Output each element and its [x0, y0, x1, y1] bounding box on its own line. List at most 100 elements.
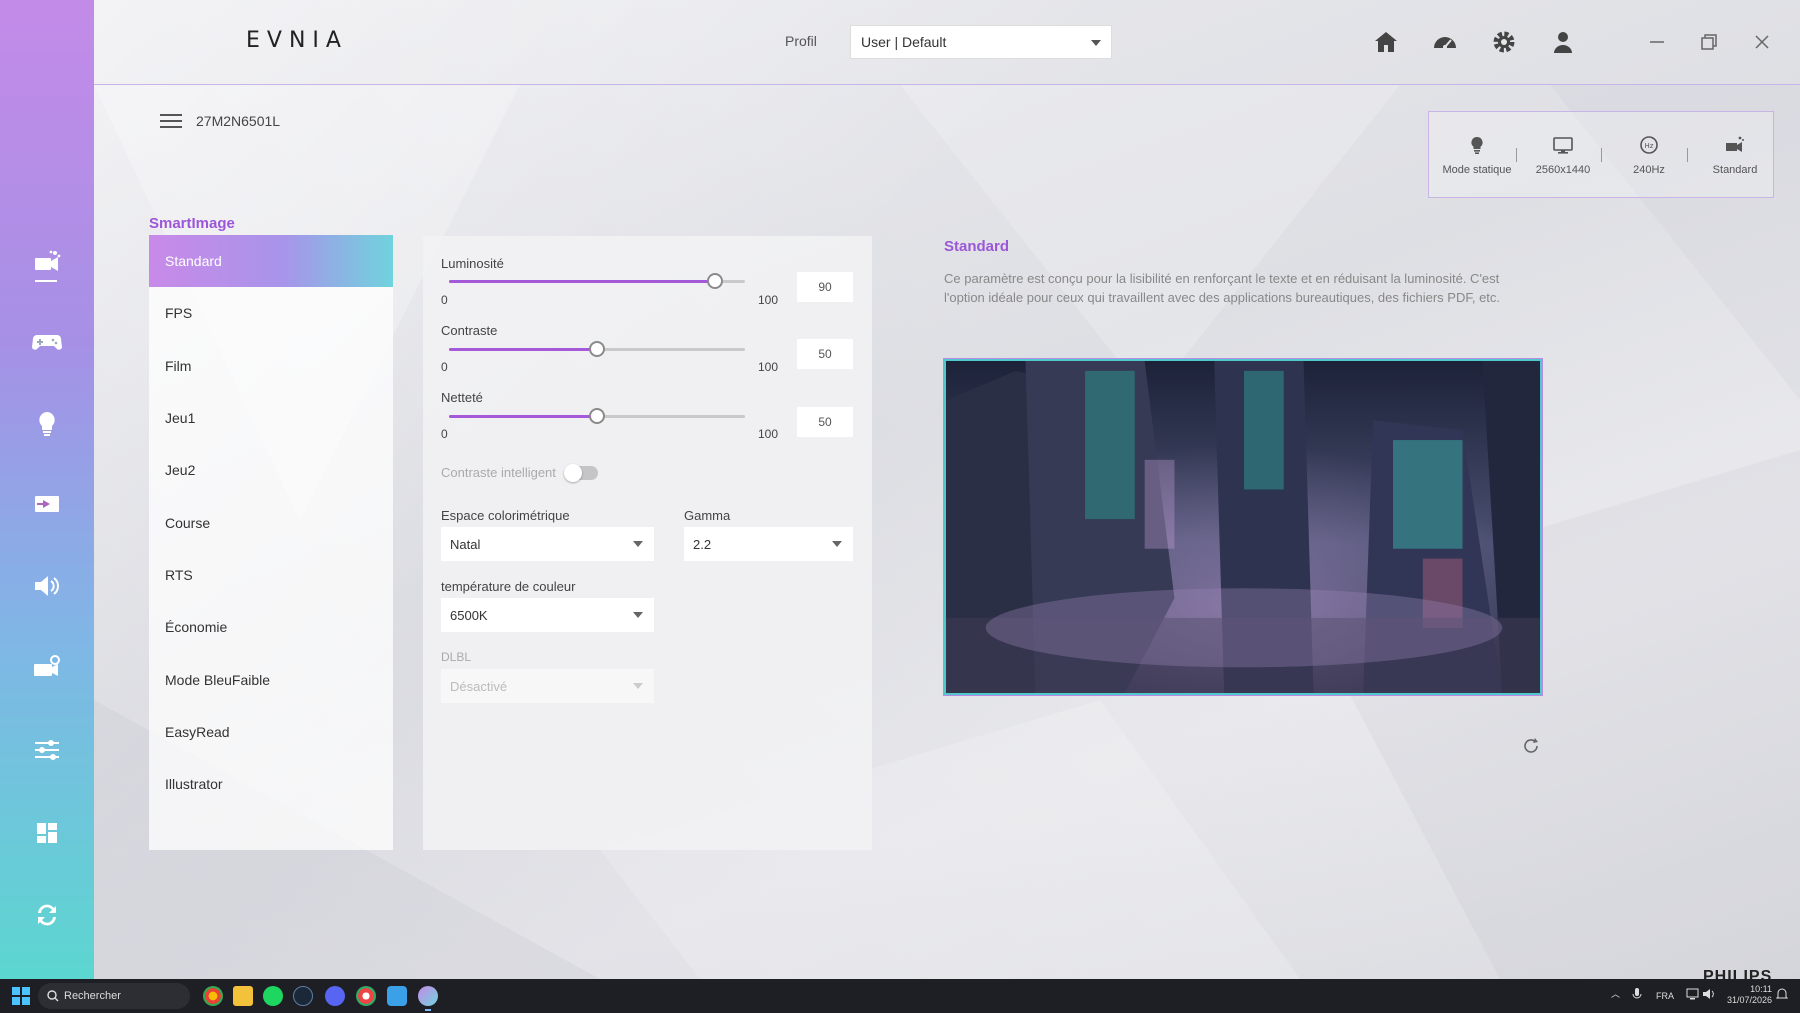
- reset-icon[interactable]: [1520, 735, 1542, 757]
- volume-icon[interactable]: [1702, 987, 1716, 1001]
- sidebar-item-gaming[interactable]: [0, 315, 94, 367]
- sharpness-slider-fill: [449, 415, 597, 418]
- color-temp-label: température de couleur: [441, 579, 576, 594]
- gamma-select[interactable]: 2.2: [684, 527, 853, 561]
- contrast-label: Contraste: [441, 323, 498, 338]
- taskbar-search[interactable]: Rechercher: [38, 983, 190, 1009]
- language-indicator[interactable]: FRA: [1656, 991, 1674, 1001]
- status-divider: [1687, 148, 1688, 162]
- preview-image: [943, 358, 1543, 696]
- gear-icon: [1493, 31, 1515, 53]
- sidebar-item-lighting[interactable]: [0, 397, 94, 449]
- search-icon: [47, 990, 59, 1002]
- smartimage-item-course[interactable]: Course: [149, 496, 393, 548]
- smartimage-item-illustrator[interactable]: Illustrator: [149, 758, 393, 810]
- brightness-label: Luminosité: [441, 256, 504, 271]
- network-icon[interactable]: [1686, 987, 1700, 1001]
- sharpness-value[interactable]: 50: [797, 407, 853, 437]
- sharpness-max: 100: [758, 427, 779, 441]
- smartimage-item-economie[interactable]: Économie: [149, 601, 393, 653]
- smartimage-item-jeu1[interactable]: Jeu1: [149, 392, 393, 444]
- sidebar-item-smartimage[interactable]: [0, 236, 94, 288]
- lightbulb-icon: [1471, 136, 1483, 154]
- contrast-slider-thumb[interactable]: [589, 341, 605, 357]
- notification-icon[interactable]: [1776, 987, 1788, 1001]
- app-icon[interactable]: [387, 986, 407, 1006]
- sidebar-item-adjust[interactable]: [0, 724, 94, 776]
- hz-icon: Hz: [1640, 136, 1658, 154]
- sidebar-item-audio[interactable]: [0, 560, 94, 612]
- status-divider: [1516, 148, 1517, 162]
- smartimage-item-lowblue[interactable]: Mode BleuFaible: [149, 653, 393, 705]
- tray-chevron-icon[interactable]: ︿: [1611, 987, 1620, 1000]
- sliders-icon: [35, 740, 59, 760]
- restore-button[interactable]: [1695, 28, 1723, 56]
- preset-title: Standard: [944, 238, 1010, 255]
- status-resolution: 2560x1440: [1520, 134, 1606, 176]
- taskbar-clock[interactable]: 10:11 31/07/2026: [1720, 984, 1772, 1006]
- chrome-profile-icon[interactable]: [356, 986, 376, 1006]
- dlbl-label: DLBL: [441, 650, 472, 664]
- hamburger-icon[interactable]: [160, 113, 182, 129]
- smartimage-item-rts[interactable]: RTS: [149, 549, 393, 601]
- steam-icon[interactable]: [293, 986, 313, 1006]
- brightness-slider[interactable]: [449, 273, 745, 289]
- device-bar: 27M2N6501L: [160, 113, 280, 129]
- file-explorer-icon[interactable]: [233, 986, 253, 1006]
- windows-start-icon[interactable]: [12, 987, 30, 1005]
- smart-contrast-label: Contraste intelligent: [441, 465, 556, 480]
- smartimage-item-easyread[interactable]: EasyRead: [149, 706, 393, 758]
- sharpness-slider[interactable]: [449, 408, 745, 424]
- contrast-slider-fill: [449, 348, 597, 351]
- gamma-label: Gamma: [684, 508, 731, 523]
- status-refresh-rate: Hz 240Hz: [1606, 134, 1692, 176]
- color-space-select[interactable]: Natal: [441, 527, 654, 561]
- sync-icon: [38, 904, 56, 926]
- user-icon: [1554, 32, 1572, 53]
- smartimage-item-fps[interactable]: FPS: [149, 287, 393, 339]
- sidebar-item-dashboard[interactable]: [0, 807, 94, 859]
- sidebar-item-monitor-settings[interactable]: [0, 642, 94, 694]
- discord-icon[interactable]: [325, 986, 345, 1006]
- microphone-icon[interactable]: [1632, 987, 1642, 1001]
- contrast-slider[interactable]: [449, 341, 745, 357]
- chevron-down-icon: [633, 612, 643, 618]
- settings-button[interactable]: [1490, 28, 1518, 56]
- smartimage-list: Standard FPS Film Jeu1 Jeu2 Course RTS É…: [149, 235, 393, 850]
- brightness-min: 0: [441, 293, 448, 307]
- chrome-icon[interactable]: [203, 986, 223, 1006]
- home-button[interactable]: [1372, 28, 1400, 56]
- speedometer-icon: [1434, 37, 1456, 49]
- profil-select[interactable]: User | Default: [850, 25, 1112, 59]
- sidebar-item-sync[interactable]: [0, 889, 94, 941]
- chevron-down-icon: [832, 541, 842, 547]
- status-divider: [1601, 148, 1602, 162]
- smart-contrast-toggle[interactable]: [564, 464, 598, 482]
- evnia-app-icon[interactable]: [418, 986, 438, 1011]
- spotify-icon[interactable]: [263, 986, 283, 1006]
- color-temp-select[interactable]: 6500K: [441, 598, 654, 632]
- profil-label: Profil: [785, 33, 817, 49]
- close-button[interactable]: [1748, 28, 1776, 56]
- brightness-value[interactable]: 90: [797, 272, 853, 302]
- brightness-max: 100: [758, 293, 779, 307]
- dlbl-value: Désactivé: [450, 678, 508, 694]
- smartimage-item-film[interactable]: Film: [149, 340, 393, 392]
- brightness-slider-thumb[interactable]: [707, 273, 724, 289]
- smartimage-icon: [1726, 136, 1744, 152]
- smartimage-icon: [35, 250, 61, 271]
- performance-button[interactable]: [1431, 28, 1459, 56]
- status-smartimage: Standard: [1692, 134, 1778, 176]
- contrast-value[interactable]: 50: [797, 339, 853, 369]
- minimize-button[interactable]: [1643, 28, 1671, 56]
- sidebar-item-input[interactable]: [0, 478, 94, 530]
- smartimage-item-jeu2[interactable]: Jeu2: [149, 444, 393, 496]
- chevron-down-icon: [633, 683, 643, 689]
- chevron-down-icon: [633, 541, 643, 547]
- close-icon: [1755, 35, 1769, 49]
- account-button[interactable]: [1549, 28, 1577, 56]
- home-icon: [1375, 32, 1397, 52]
- input-icon: [35, 496, 59, 512]
- smartimage-item-standard[interactable]: Standard: [149, 235, 393, 288]
- sharpness-slider-thumb[interactable]: [589, 408, 605, 424]
